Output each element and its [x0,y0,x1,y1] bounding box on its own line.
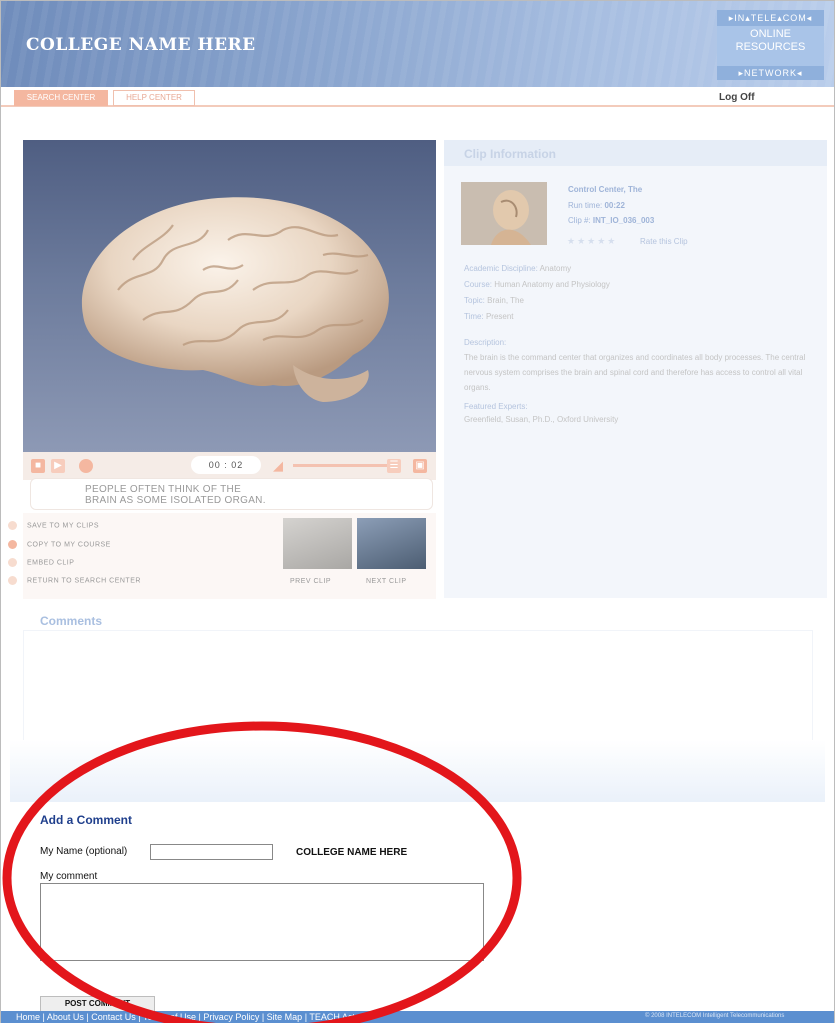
log-off-link[interactable]: Log Off [719,92,755,103]
description-label: Description: [464,338,507,347]
tab-search-center[interactable]: SEARCH CENTER [14,90,108,106]
brand-bottom: ▸NETWORK◂ [717,66,824,80]
embed-icon [8,558,17,567]
save-icon [8,521,17,530]
run-time-row: Run time: 00:22 [568,201,625,210]
experts-value: Greenfield, Susan, Ph.D., Oxford Univers… [464,415,618,424]
rate-this-clip-link[interactable]: Rate this Clip [640,237,688,246]
experts-text: Greenfield, Susan, Ph.D., Oxford Univers… [464,415,619,424]
college-name: COLLEGE NAME HERE [26,35,256,55]
clip-name: Control Center, The [568,185,643,194]
embed-label: EMBED CLIP [27,559,75,567]
volume-icon[interactable]: ◢ [271,459,285,473]
return-to-search-button[interactable]: RETURN TO SEARCH CENTER [8,576,141,585]
topic-value: Brain, The [487,296,524,305]
clip-id-value: INT_IO_036_003 [592,216,655,225]
brand-resources: RESOURCES [735,41,806,53]
footer-link-sitemap[interactable]: Site Map [267,1012,303,1022]
footer-link-terms[interactable]: Terms of Use [143,1012,196,1022]
prev-clip-label: PREV CLIP [290,578,332,585]
next-clip-button[interactable]: NEXT CLIP [366,578,407,585]
college-name-inline: COLLEGE NAME HERE [296,847,408,858]
comments-title: Comments [40,614,103,628]
return-label: RETURN TO SEARCH CENTER [27,577,141,585]
footer-link-contact[interactable]: Contact Us [91,1012,136,1022]
fullscreen-icon[interactable]: ▣ [413,459,427,473]
player-controls: ■ ▶ 00 : 02 ◢ ☰ ▣ [23,452,436,480]
brain-image [81,197,389,402]
prev-clip-button[interactable]: PREV CLIP [290,578,331,585]
time-display: 00 : 02 [191,456,261,474]
comments-fade [10,740,825,802]
comment-label: My comment [40,871,98,882]
top-nav: SEARCH CENTER HELP CENTER Log Off [1,87,834,107]
caption-line-2: BRAIN AS SOME ISOLATED ORGAN. [85,495,266,506]
course-label: Course: [464,280,493,289]
run-time-label: Run time: [568,201,603,210]
footer-copyright: © 2008 INTELECOM Intelligent Telecommuni… [645,1013,785,1019]
copy-icon [8,540,17,549]
copy-label: COPY TO MY COURSE [27,541,111,549]
footer-link-teach-act[interactable]: TEACH Act [309,1012,355,1022]
caption-line-1: PEOPLE OFTEN THINK OF THE [85,484,242,495]
discipline-row: Academic Discipline: Anatomy [464,264,571,273]
return-icon [8,576,17,585]
intelecom-logo[interactable]: ▸IN▴TELE▴COM◂ ONLINE RESOURCES ▸NETWORK◂ [717,10,824,80]
save-label: SAVE TO MY CLIPS [27,522,100,530]
name-input[interactable] [150,844,273,860]
post-comment-button[interactable]: POST COMMENT [40,996,155,1012]
clip-id-row: Clip #: INT_IO_036_003 [568,216,654,225]
comment-textarea[interactable] [40,883,484,961]
experts-label: Featured Experts: [464,402,528,411]
time-row: Time: Present [464,312,514,321]
footer-link-home[interactable]: Home [16,1012,40,1022]
volume-slider[interactable] [293,464,393,467]
captions-icon[interactable]: ☰ [387,459,401,473]
course-value: Human Anatomy and Physiology [494,280,610,289]
discipline-value: Anatomy [539,264,572,273]
brand-online: ONLINE [750,28,791,40]
next-clip-label: NEXT CLIP [366,578,407,585]
rating-stars[interactable]: ★★★★★ [567,236,617,247]
name-label: My Name (optional) [40,846,128,857]
time-label: Time: [464,312,484,321]
prev-clip-thumbnail[interactable] [283,518,352,569]
copy-to-my-course-button[interactable]: COPY TO MY COURSE [8,540,111,549]
scrubber-handle-icon[interactable] [79,459,93,473]
topic-row: Topic: Brain, The [464,296,524,305]
footer-links: Home | About Us | Contact Us | Terms of … [16,1012,355,1022]
caption-text: PEOPLE OFTEN THINK OF THE BRAIN AS SOME … [85,484,345,506]
clip-thumbnail [461,182,547,245]
brand-mid: ONLINE RESOURCES [717,26,824,66]
description-text: The brain is the command center that org… [464,353,806,392]
play-icon[interactable]: ▶ [51,459,65,473]
time-value: Present [485,312,514,321]
tab-help-center[interactable]: HELP CENTER [113,90,195,106]
add-comment-title: Add a Comment [40,813,133,827]
footer-link-privacy[interactable]: Privacy Policy [203,1012,259,1022]
footer-link-about[interactable]: About Us [47,1012,84,1022]
embed-clip-button[interactable]: EMBED CLIP [8,558,74,567]
run-time-value: 00:22 [604,201,625,210]
clip-id-label: Clip #: [568,216,591,225]
stop-icon[interactable]: ■ [31,459,45,473]
course-row: Course: Human Anatomy and Physiology [464,280,610,289]
brand-top: ▸IN▴TELE▴COM◂ [717,10,824,26]
video-player[interactable] [23,140,436,452]
clip-info-title: Clip Information [464,147,556,161]
discipline-label: Academic Discipline: [464,264,538,273]
topic-label: Topic: [464,296,485,305]
save-to-my-clips-button[interactable]: SAVE TO MY CLIPS [8,521,99,530]
next-clip-thumbnail[interactable] [357,518,426,569]
